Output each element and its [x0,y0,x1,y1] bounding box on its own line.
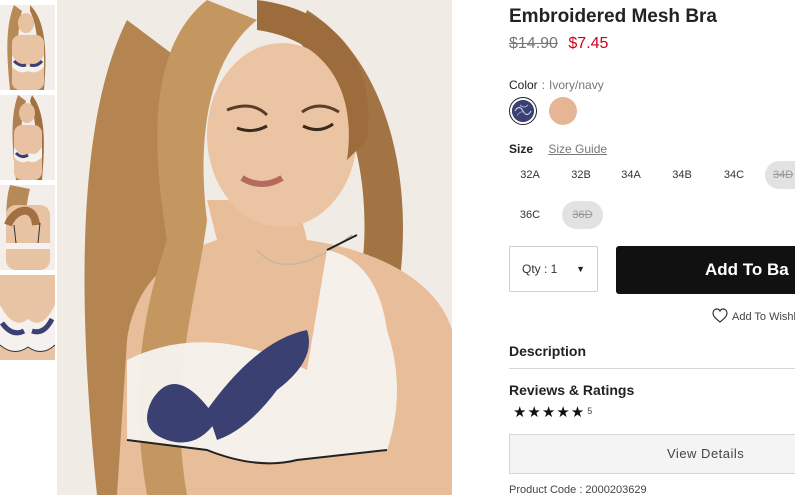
selected-color: Ivory/navy [549,78,604,92]
wishlist-label: Add To Wishl [732,311,795,323]
size-option-32a[interactable]: 32A [511,161,549,189]
color-swatch-ivory-navy[interactable] [509,97,537,125]
product-info-panel: Embroidered Mesh Bra $14.90 $7.45 Color:… [509,0,795,496]
color-label: Color [509,78,538,92]
thumbnail-4[interactable] [0,275,55,360]
size-option-36c[interactable]: 36C [511,201,549,229]
color-swatch-nude[interactable] [549,97,577,125]
star-rating: ★★★★★ 5 [513,403,592,421]
quantity-select[interactable]: Qty : 1 ▼ [509,246,598,292]
color-separator: : [541,78,546,92]
size-option-34a[interactable]: 34A [612,161,650,189]
original-price: $14.90 [509,35,558,52]
thumbnail-3[interactable] [0,185,55,270]
thumbnail-2[interactable] [0,95,55,180]
product-code: Product Code : 2000203629 [509,484,647,496]
description-heading[interactable]: Description [509,343,586,359]
add-to-wishlist-link[interactable]: Add To Wishl [712,308,795,323]
color-row: Color: Ivory/navy [509,78,604,92]
main-product-image[interactable] [57,0,452,495]
size-option-32b[interactable]: 32B [562,161,600,189]
size-option-34c[interactable]: 34C [715,161,753,189]
thumbnail-1[interactable] [0,5,55,90]
price-row: $14.90 $7.45 [509,35,608,53]
heart-icon [712,308,728,323]
product-title: Embroidered Mesh Bra [509,6,717,27]
size-option-34d[interactable]: 34D [765,161,795,189]
divider [509,368,795,369]
rating-count: 5 [587,406,593,416]
view-details-button[interactable]: View Details [509,434,795,474]
add-to-bag-button[interactable]: Add To Ba [616,246,795,294]
size-label: Size [509,142,534,156]
size-row: Size Size Guide [509,142,607,156]
embroidery-pattern-icon [512,100,534,122]
chevron-down-icon: ▼ [576,264,585,274]
sale-price: $7.45 [568,35,609,52]
reviews-heading: Reviews & Ratings [509,382,635,398]
quantity-label: Qty : 1 [522,262,558,276]
star-icons: ★★★★★ [513,404,586,421]
size-option-34b[interactable]: 34B [663,161,701,189]
size-guide-link[interactable]: Size Guide [548,142,607,156]
size-option-36d[interactable]: 36D [562,201,603,229]
